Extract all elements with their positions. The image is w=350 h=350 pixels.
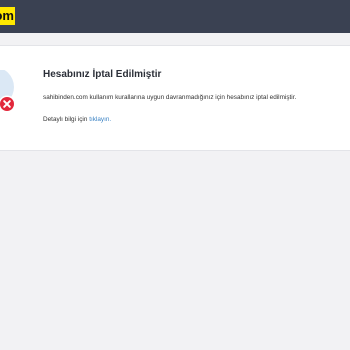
user-avatar-icon: [0, 67, 16, 113]
detail-info-line: Detaylı bilgi için tıklayın.: [43, 116, 111, 123]
account-cancelled-card: Hesabınız İptal Edilmiştir sahibinden.co…: [0, 45, 350, 151]
details-link[interactable]: tıklayın.: [89, 116, 111, 123]
detail-info-label: Detaylı bilgi için: [43, 116, 88, 123]
top-header-bar: sahibinden.com: [0, 0, 350, 33]
account-cancelled-illustration: [0, 67, 22, 116]
site-logo[interactable]: sahibinden.com: [0, 7, 15, 25]
page-title: Hesabınız İptal Edilmiştir: [43, 69, 162, 80]
logo-text: sahibinden.com: [0, 8, 14, 23]
cancellation-message: sahibinden.com kullanım kurallarına uygu…: [43, 94, 297, 101]
